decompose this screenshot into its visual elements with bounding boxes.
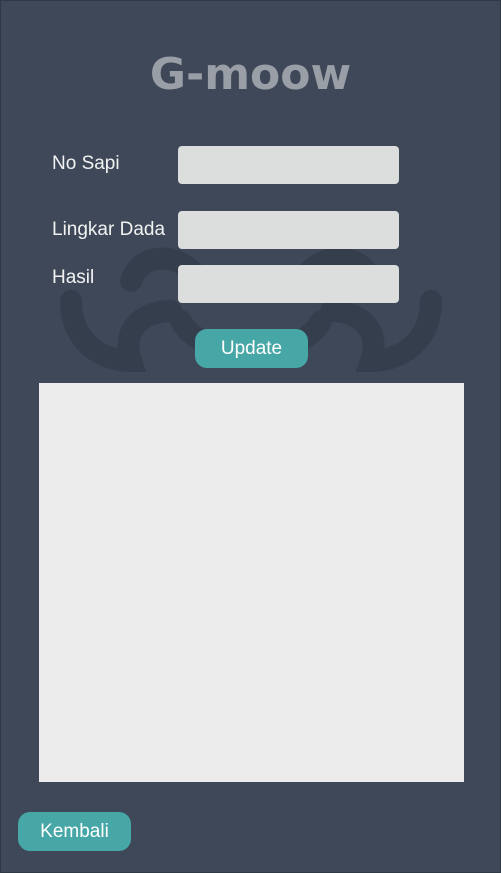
hasil-label: Hasil: [52, 267, 95, 288]
app-window: G-moow No Sapi Lingkar Dada Hasil Update…: [0, 0, 501, 873]
app-title: G-moow: [149, 49, 352, 100]
data-list-panel[interactable]: [39, 383, 464, 782]
no-sapi-label: No Sapi: [52, 153, 120, 174]
lingkar-dada-input[interactable]: [178, 211, 399, 249]
hasil-input[interactable]: [178, 265, 399, 303]
update-button[interactable]: Update: [195, 329, 308, 368]
cow-watermark-icon: [60, 247, 442, 373]
kembali-button[interactable]: Kembali: [18, 812, 131, 851]
lingkar-dada-label: Lingkar Dada: [52, 219, 166, 240]
no-sapi-input[interactable]: [178, 146, 399, 184]
